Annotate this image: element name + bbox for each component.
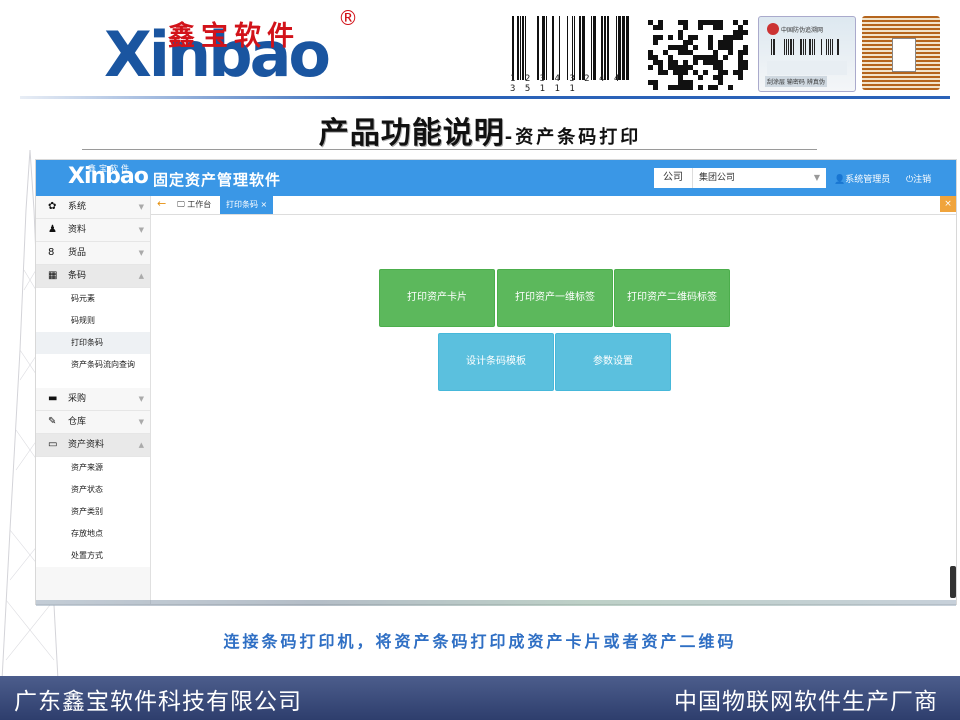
design-template-button[interactable]: 设计条码模板 xyxy=(438,333,554,391)
sidebar-sub-print-barcode[interactable]: 打印条码 xyxy=(36,332,150,354)
sidebar-item-label: 资料 xyxy=(68,225,87,235)
sidebar-item-label: 系统 xyxy=(68,202,87,212)
barcode-image: 1 2 3 4 3 2 4 4 3 5 1 1 1 xyxy=(510,16,634,94)
company-label: 公司 xyxy=(654,168,692,188)
label-foot: 刮涂层 输密码 辨真伪 xyxy=(765,76,827,87)
sidebar-sub-code-element[interactable]: 码元素 xyxy=(36,288,150,310)
footer-slogan: 中国物联网软件生产厂商 xyxy=(674,689,938,715)
qrcode-icon: ▦ xyxy=(48,270,58,281)
tab-print-barcode[interactable]: 打印条码 × xyxy=(220,196,274,214)
xinbao-logo: Xinbao 鑫宝软件 ® xyxy=(48,4,358,96)
monitor-icon: ▭ xyxy=(48,439,58,450)
anti-counterfeit-label-image: 中国防伪追溯网 刮涂层 输密码 辨真伪 xyxy=(758,16,856,92)
gear-icon: ✿ xyxy=(48,201,57,212)
user-menu[interactable]: 👤系统管理员 xyxy=(834,172,890,185)
sidebar-sub-asset-category[interactable]: 资产类别 xyxy=(36,501,150,523)
slide-header: Xinbao 鑫宝软件 ® 1 2 3 4 3 2 4 4 3 5 1 1 1 … xyxy=(0,0,960,100)
tab-workbench[interactable]: 🖵 工作台 xyxy=(173,196,215,214)
edit-icon: ✎ xyxy=(48,416,57,427)
sidebar-item-label: 资产资料 xyxy=(68,440,105,450)
tab-bar: ← 🖵 工作台 打印条码 × xyxy=(151,196,956,215)
print-2d-label-button[interactable]: 打印资产二维码标签 xyxy=(614,269,730,327)
card-icon: ▬ xyxy=(48,393,58,404)
company-select-value: 集团公司 xyxy=(699,173,736,183)
label-title: 中国防伪追溯网 xyxy=(781,27,824,34)
chevron-down-icon: ▼ xyxy=(138,418,144,426)
sidebar-sub-asset-source[interactable]: 资产来源 xyxy=(36,457,150,479)
header-divider xyxy=(20,96,950,99)
sidebar-item-warehouse[interactable]: ✎ 仓库 ▼ xyxy=(36,411,150,434)
sidebar-item-asset-data[interactable]: ▭ 资产资料 ▲ xyxy=(36,434,150,457)
logout-label: 注销 xyxy=(913,175,932,185)
monitor-icon: 🖵 xyxy=(177,200,185,209)
logo-text-cn: 鑫宝软件 xyxy=(168,21,300,52)
chevron-down-icon: ▼ xyxy=(138,203,144,211)
sidebar-item-label: 条码 xyxy=(68,271,87,281)
print-1d-label-button[interactable]: 打印资产一维标签 xyxy=(497,269,613,327)
footer-company: 广东鑫宝软件科技有限公司 xyxy=(14,689,302,715)
chevron-down-icon: ▼ xyxy=(138,395,144,403)
sidebar: ✿ 系统 ▼ ♟ 资料 ▼ 8 货品 ▼ ▦ 条码 ▲ 码元素 码规则 打印条码… xyxy=(36,196,151,604)
sidebar-item-purchase[interactable]: ▬ 采购 ▼ xyxy=(36,388,150,411)
slide-title-sub: -资产条码打印 xyxy=(504,127,642,148)
side-scroll-handle[interactable] xyxy=(950,566,956,598)
sidebar-item-label: 仓库 xyxy=(68,417,87,427)
sidebar-item-label: 货品 xyxy=(68,248,87,258)
qrcode-image xyxy=(646,18,750,90)
print-asset-card-button[interactable]: 打印资产卡片 xyxy=(379,269,495,327)
slide-caption: 连接条码打印机，将资产条码打印成资产卡片或者资产二维码 xyxy=(223,632,737,651)
chevron-up-icon: ▲ xyxy=(138,272,144,280)
rfid-chip xyxy=(892,38,916,72)
taskbar-strip xyxy=(36,600,956,606)
sidebar-item-system[interactable]: ✿ 系统 ▼ xyxy=(36,196,150,219)
sidebar-item-goods[interactable]: 8 货品 ▼ xyxy=(36,242,150,265)
close-icon[interactable]: × xyxy=(261,200,268,209)
app-logo-cn: 鑫宝软件 xyxy=(88,164,132,173)
sidebar-sub-disposal-method[interactable]: 处置方式 xyxy=(36,545,150,567)
tab-label: 打印条码 xyxy=(226,200,258,209)
app-window: Xinbao 鑫宝软件 固定资产管理软件 公司 集团公司 ▼ 👤系统管理员 ⏻注… xyxy=(36,160,956,604)
qrcode-graphic xyxy=(648,20,748,90)
sidebar-item-barcode[interactable]: ▦ 条码 ▲ xyxy=(36,265,150,288)
rfid-tag-image xyxy=(862,16,940,90)
close-all-tabs-button[interactable]: × xyxy=(940,196,956,212)
box-icon: 8 xyxy=(48,247,55,258)
app-logo: Xinbao 鑫宝软件 xyxy=(68,164,149,189)
main-content: 打印资产卡片 打印资产一维标签 打印资产二维码标签 设计条码模板 参数设置 xyxy=(151,215,956,604)
chevron-down-icon: ▼ xyxy=(138,249,144,257)
sidebar-sub-code-rule[interactable]: 码规则 xyxy=(36,310,150,332)
sidebar-item-label: 采购 xyxy=(68,394,87,404)
company-select[interactable]: 集团公司 ▼ xyxy=(692,168,826,188)
app-topbar: Xinbao 鑫宝软件 固定资产管理软件 公司 集团公司 ▼ 👤系统管理员 ⏻注… xyxy=(36,160,956,196)
sidebar-sub-barcode-flow-query[interactable]: 资产条码流向查询 xyxy=(36,354,150,376)
settings-button[interactable]: 参数设置 xyxy=(555,333,671,391)
user-icon: ♟ xyxy=(48,224,57,235)
user-icon: 👤 xyxy=(834,175,846,185)
title-divider xyxy=(82,149,817,150)
chevron-down-icon: ▼ xyxy=(138,226,144,234)
back-arrow-icon[interactable]: ← xyxy=(157,197,166,210)
chevron-up-icon: ▲ xyxy=(138,441,144,449)
header-product-images: 1 2 3 4 3 2 4 4 3 5 1 1 1 中国防伪追溯网 刮涂层 输密… xyxy=(510,16,950,94)
registered-mark: ® xyxy=(338,6,358,30)
slide-footer: 广东鑫宝软件科技有限公司 中国物联网软件生产厂商 xyxy=(0,676,960,720)
slide-title: 产品功能说明-资产条码打印 xyxy=(0,108,960,152)
tab-label: 工作台 xyxy=(187,200,212,209)
app-title: 固定资产管理软件 xyxy=(153,171,282,189)
barcode-digits: 1 2 3 4 3 2 4 4 3 5 1 1 1 xyxy=(510,74,622,94)
sidebar-sub-storage-location[interactable]: 存放地点 xyxy=(36,523,150,545)
user-name: 系统管理员 xyxy=(845,175,891,185)
chevron-down-icon: ▼ xyxy=(813,173,820,182)
slide-title-main: 产品功能说明 xyxy=(318,116,505,151)
close-icon: × xyxy=(944,199,952,209)
logout-link[interactable]: ⏻注销 xyxy=(906,172,931,185)
menu-spacer xyxy=(36,376,150,388)
sidebar-sub-asset-status[interactable]: 资产状态 xyxy=(36,479,150,501)
sidebar-item-data[interactable]: ♟ 资料 ▼ xyxy=(36,219,150,242)
